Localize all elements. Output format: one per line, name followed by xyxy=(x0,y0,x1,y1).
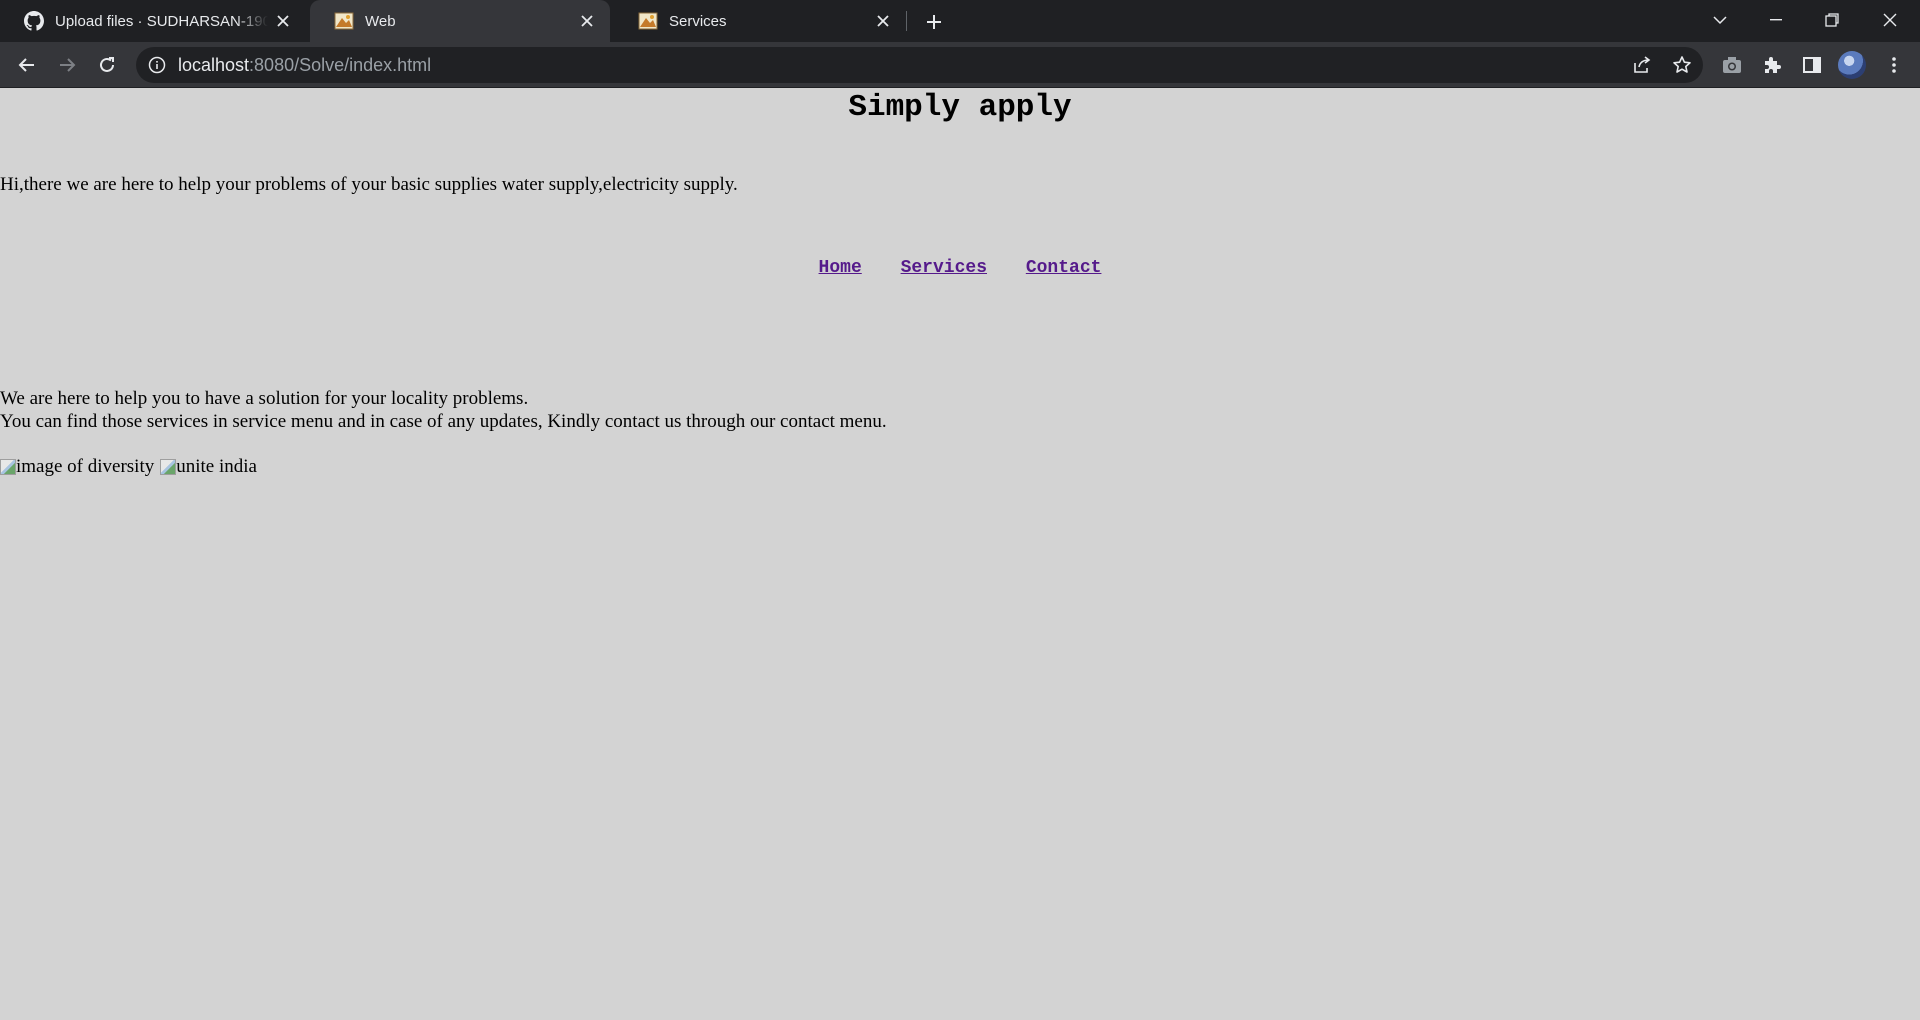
web-page: Simply apply Hi,there we are here to hel… xyxy=(0,88,1920,1020)
page-heading: Simply apply xyxy=(848,90,1072,125)
nav-link-services[interactable]: Services xyxy=(901,258,987,278)
image-row: image of diversity unite india xyxy=(0,456,263,478)
camera-icon[interactable] xyxy=(1718,51,1746,79)
restore-button[interactable] xyxy=(1804,0,1860,40)
close-tab-icon[interactable] xyxy=(572,6,602,36)
address-url[interactable]: localhost:8080/Solve/index.html xyxy=(178,55,431,76)
tab-search-button[interactable] xyxy=(1692,0,1748,40)
image-unite-india: unite india xyxy=(160,456,257,478)
tab-title: Upload files · SUDHARSAN-1907/ xyxy=(55,12,268,30)
body-text: We are here to help you to have a soluti… xyxy=(0,387,887,433)
site-nav: Home Services Contact xyxy=(0,258,1920,278)
tab-title: Web xyxy=(365,12,396,30)
site-image-icon xyxy=(334,11,354,31)
tab-upload-files[interactable]: Upload files · SUDHARSAN-1907/ xyxy=(0,0,306,42)
broken-image-icon xyxy=(160,459,177,475)
profile-avatar[interactable] xyxy=(1838,51,1866,79)
reload-button[interactable] xyxy=(90,48,124,82)
broken-image-icon xyxy=(0,459,16,475)
close-tab-icon[interactable] xyxy=(868,6,898,36)
share-icon[interactable] xyxy=(1630,53,1654,77)
minimize-button[interactable] xyxy=(1748,0,1804,40)
tab-title: Services xyxy=(669,12,727,30)
url-host: localhost xyxy=(178,55,250,75)
menu-kebab-icon[interactable] xyxy=(1880,51,1908,79)
image-alt-text: image of diversity xyxy=(16,456,155,477)
url-path: :8080/Solve/index.html xyxy=(249,55,432,75)
extensions-icon[interactable] xyxy=(1758,51,1786,79)
site-info-icon[interactable] xyxy=(148,56,166,74)
nav-link-contact[interactable]: Contact xyxy=(1026,258,1102,278)
close-window-button[interactable] xyxy=(1862,0,1918,40)
body-line: We are here to help you to have a soluti… xyxy=(0,388,529,409)
nav-link-home[interactable]: Home xyxy=(819,258,862,278)
forward-button[interactable] xyxy=(50,48,84,82)
site-image-icon xyxy=(638,11,658,31)
intro-text: Hi,there we are here to help your proble… xyxy=(0,174,738,195)
tab-strip: Upload files · SUDHARSAN-1907/ Web Servi… xyxy=(0,0,1920,42)
back-button[interactable] xyxy=(10,48,44,82)
bookmark-star-icon[interactable] xyxy=(1670,53,1694,77)
new-tab-button[interactable] xyxy=(918,6,950,38)
image-alt-text: unite india xyxy=(176,456,257,477)
tab-web[interactable]: Web xyxy=(310,0,610,42)
tab-separator xyxy=(906,11,907,31)
side-panel-icon[interactable] xyxy=(1798,51,1826,79)
body-line: You can find those services in service m… xyxy=(0,411,887,432)
close-tab-icon[interactable] xyxy=(268,6,298,36)
tab-services[interactable]: Services xyxy=(614,0,906,42)
image-diversity: image of diversity xyxy=(0,456,154,478)
browser-toolbar: localhost:8080/Solve/index.html xyxy=(0,42,1920,88)
address-bar[interactable]: localhost:8080/Solve/index.html xyxy=(136,47,1703,83)
github-icon xyxy=(24,11,44,31)
